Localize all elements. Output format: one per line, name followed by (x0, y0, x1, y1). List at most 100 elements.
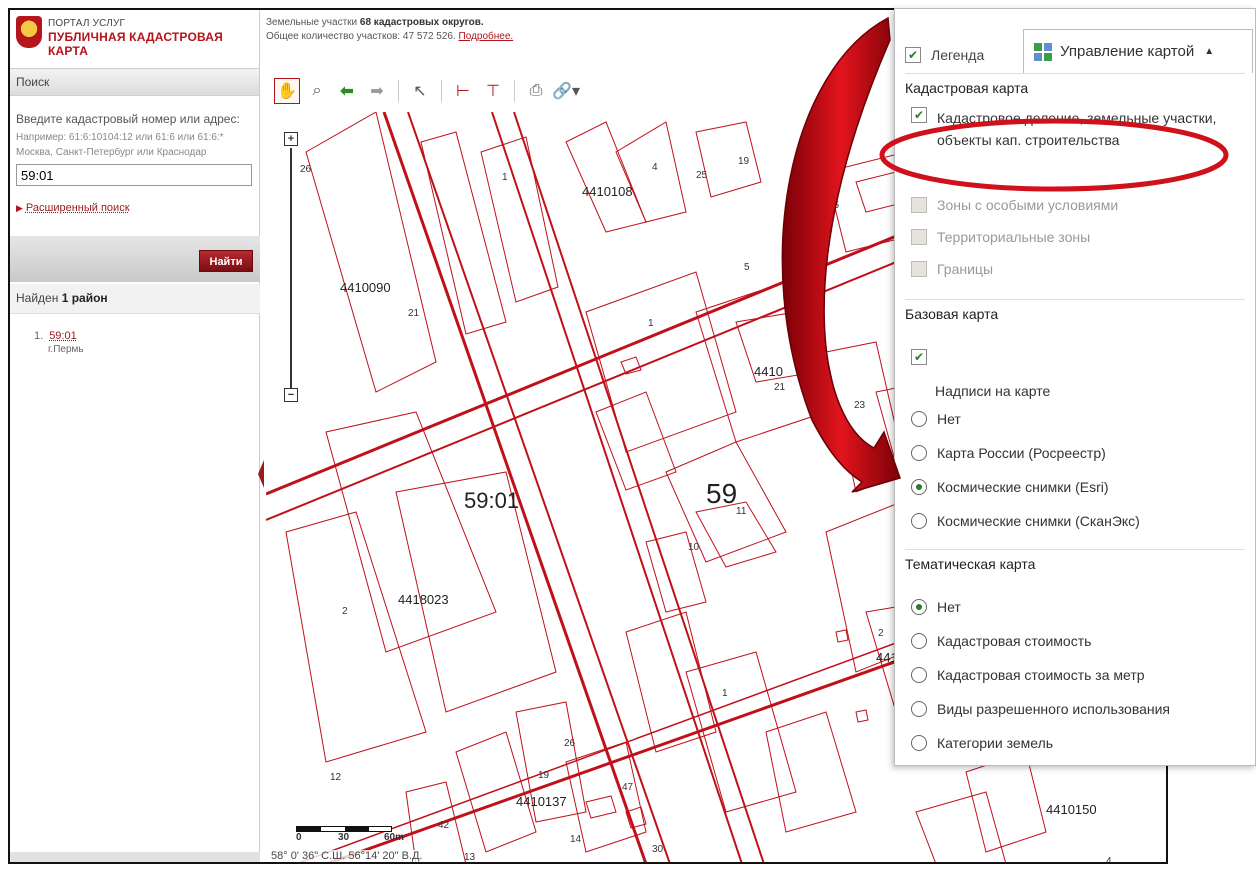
found-summary: Найден 1 район (10, 284, 260, 314)
legend-checkbox[interactable]: ✔ (905, 47, 921, 63)
map-number: 21 (774, 382, 786, 393)
zoom-rail[interactable] (290, 148, 292, 388)
portal-logo[interactable]: ПОРТАЛ УСЛУГ ПУБЛИЧНАЯ КАДАСТРОВАЯ КАРТА (16, 14, 256, 66)
map-number: 4 (652, 162, 658, 173)
cadastral-map-title: Кадастровая карта (905, 73, 1245, 96)
map-number: 21 (408, 308, 420, 319)
map-label-district: 59:01 (464, 488, 520, 513)
link-icon[interactable]: 🔗▾ (552, 78, 580, 104)
search-input[interactable] (16, 164, 252, 186)
forward-icon[interactable]: ➡ (364, 78, 390, 104)
hand-icon[interactable]: ✋ (274, 78, 300, 104)
map-number: 30 (652, 844, 664, 855)
search-hint-1: Например: 61:6:10104:12 или 61:6 или 61:… (16, 132, 224, 143)
map-number: 1 (722, 688, 728, 699)
labels-checkbox[interactable]: ✔ (911, 349, 927, 365)
toolbar-divider (441, 80, 442, 102)
result-link[interactable]: 59:01 (49, 330, 77, 342)
thematic-option-none[interactable]: Нет (911, 599, 961, 615)
radio-button[interactable] (911, 667, 927, 683)
map-label-quarter: 4410150 (1046, 802, 1097, 817)
logo-title: ПУБЛИЧНАЯ КАДАСТРОВАЯ КАРТА (48, 30, 223, 58)
more-link[interactable]: Подробнее. (459, 31, 514, 42)
map-number: 1 (502, 172, 508, 183)
layer-special-zones: Зоны с особыми условиями (911, 197, 1118, 213)
zoom-slider[interactable]: + − (282, 132, 300, 404)
base-option-esri[interactable]: Космические снимки (Esri) (911, 479, 1109, 495)
map-number: 26 (300, 164, 312, 175)
map-number: 42 (438, 820, 450, 831)
map-number: 25 (696, 170, 708, 181)
find-button[interactable]: Найти (199, 250, 253, 272)
map-label-quarter: 4410 (754, 364, 783, 379)
map-number: 14 (570, 834, 582, 845)
layer-cadastral-division[interactable]: ✔ Кадастровое деление, земельные участки… (911, 107, 1241, 151)
zoom-out-button[interactable]: − (284, 388, 298, 402)
print-icon[interactable]: ⎙ (523, 78, 549, 104)
base-option-rosreestr[interactable]: Карта России (Росреестр) (911, 445, 1106, 461)
caret-up-icon: ▲ (1204, 46, 1215, 57)
zoom-icon[interactable]: ⌕ (304, 78, 330, 104)
map-label-region: 59 (706, 478, 738, 509)
map-number: 5 (744, 262, 750, 273)
map-toolbar: ✋ ⌕ ⬅ ➡ ↖ ⊢ ⊤ ⎙ 🔗▾ (266, 74, 580, 108)
layer-territorial-zones: Территориальные зоны (911, 229, 1090, 245)
back-icon[interactable]: ⬅ (334, 78, 360, 104)
radio-button-selected[interactable] (911, 479, 927, 495)
radio-button[interactable] (911, 701, 927, 717)
radio-button[interactable] (911, 513, 927, 529)
map-number: 23 (854, 400, 866, 411)
map-number: 19 (738, 156, 750, 167)
map-number: 2 (342, 606, 348, 617)
toolbar-divider (514, 80, 515, 102)
radio-button[interactable] (911, 411, 927, 427)
advanced-search-link[interactable]: ▶ Расширенный поиск (16, 202, 254, 214)
legend-toggle[interactable]: ✔ Легенда (905, 47, 984, 63)
thematic-option-cost-per-meter[interactable]: Кадастровая стоимость за метр (911, 667, 1145, 683)
thematic-option-land-category[interactable]: Категории земель (911, 735, 1053, 751)
sidebar-footer (10, 852, 260, 862)
map-number: 26 (828, 200, 840, 211)
map-number: 10 (688, 542, 700, 553)
measure-area-icon[interactable]: ⊤ (480, 78, 506, 104)
found-count: 1 район (61, 291, 108, 305)
search-prompt: Введите кадастровый номер или адрес: (16, 112, 240, 126)
layer-borders: Границы (911, 261, 993, 277)
layer-checkbox[interactable]: ✔ (911, 107, 927, 123)
search-header: Поиск (10, 68, 259, 96)
list-item[interactable]: 1. 59:01 г.Пермь (34, 330, 84, 355)
radio-button-selected[interactable] (911, 599, 927, 615)
radio-button[interactable] (911, 633, 927, 649)
logo-small-text: ПОРТАЛ УСЛУГ (48, 18, 126, 29)
map-number: 1 (648, 318, 654, 329)
base-map-title: Базовая карта (905, 299, 1245, 322)
map-number: 13 (464, 852, 476, 863)
info-text: Земельные участки 68 кадастровых округов… (266, 17, 514, 42)
thematic-option-usage[interactable]: Виды разрешенного использования (911, 701, 1170, 717)
layer-checkbox (911, 261, 927, 277)
map-number: 19 (538, 770, 550, 781)
radio-button[interactable] (911, 735, 927, 751)
map-number: 4 (1106, 856, 1112, 864)
thematic-option-cost[interactable]: Кадастровая стоимость (911, 633, 1091, 649)
base-option-scanex[interactable]: Космические снимки (СканЭкс) (911, 513, 1140, 529)
map-label-quarter: 4418023 (398, 592, 449, 607)
triangle-right-icon: ▶ (16, 203, 23, 213)
map-number: 11 (736, 506, 747, 517)
identify-icon[interactable]: ↖ (407, 78, 433, 104)
measure-icon[interactable]: ⊢ (450, 78, 476, 104)
coordinates-readout: 58° 0' 36" С.Ш. 56°14' 20" В.Д. (268, 850, 426, 862)
coat-of-arms-icon (16, 16, 42, 48)
layer-checkbox (911, 197, 927, 213)
map-label-quarter: 4410137 (516, 794, 567, 809)
labels-on-map-label: Надписи на карте (935, 383, 1051, 399)
map-number: 26 (564, 738, 576, 749)
thematic-map-title: Тематическая карта (905, 549, 1245, 572)
radio-button[interactable] (911, 445, 927, 461)
map-management-tab[interactable]: Управление картой ▲ (1023, 29, 1253, 73)
scale-bar: 0 30 60m (296, 826, 406, 844)
base-option-none[interactable]: Нет (911, 411, 961, 427)
labels-toggle[interactable]: ✔ (911, 349, 937, 365)
zoom-in-button[interactable]: + (284, 132, 298, 146)
map-number: 2 (878, 628, 884, 639)
